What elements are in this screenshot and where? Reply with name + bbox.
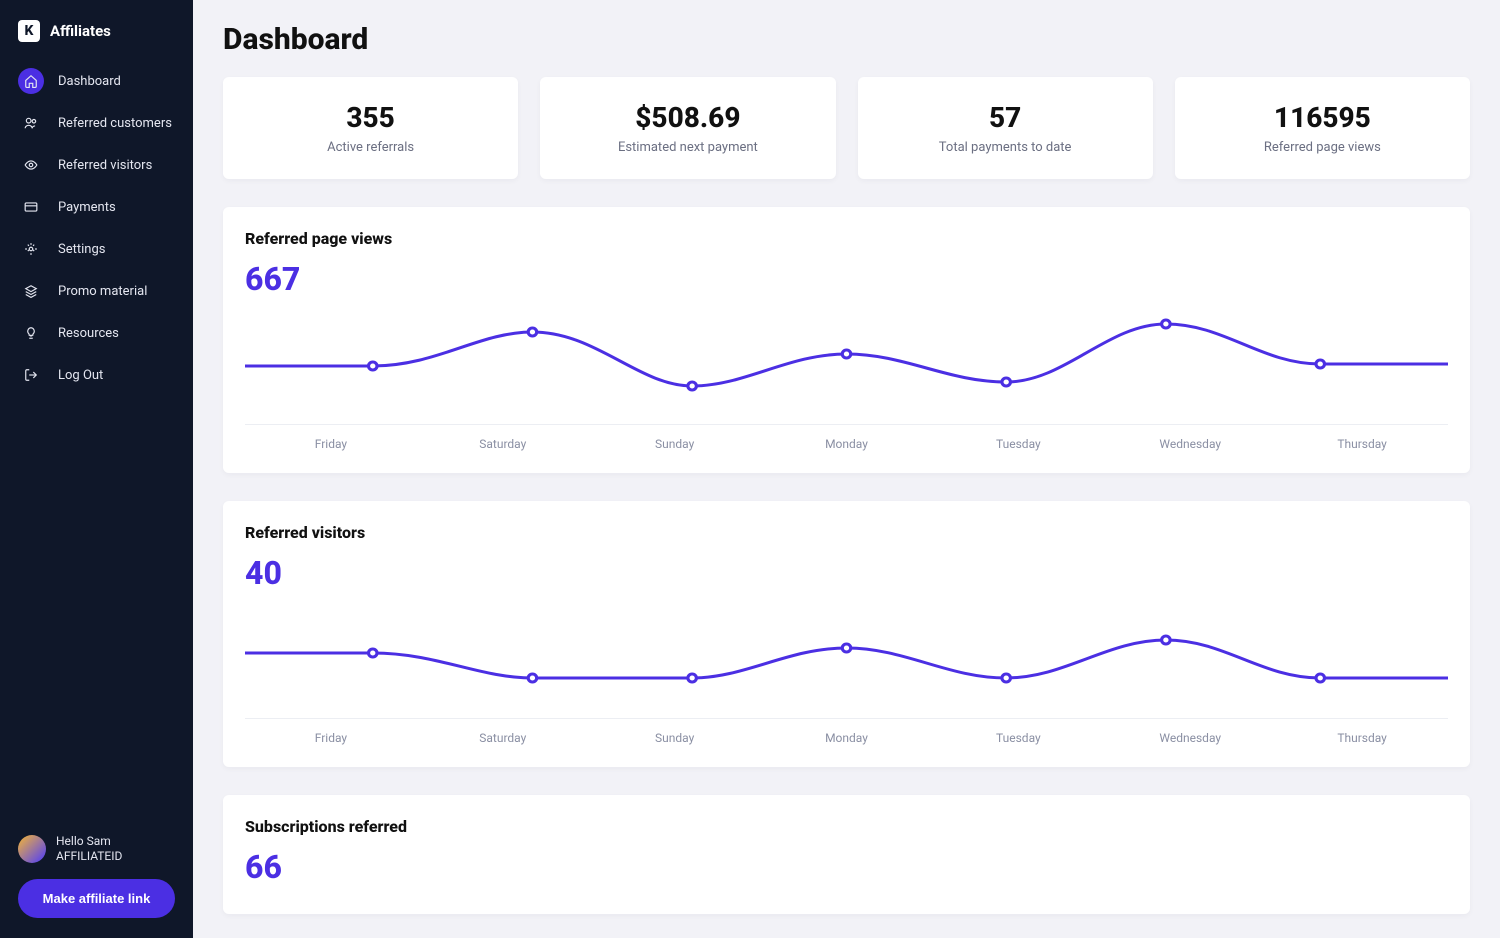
sidebar-item-promo-material[interactable]: Promo material (0, 270, 193, 312)
kpi-card: $508.69 Estimated next payment (540, 77, 835, 179)
sidebar-item-label: Referred visitors (58, 158, 152, 173)
axis-label: Friday (245, 437, 417, 451)
sidebar-item-referred-visitors[interactable]: Referred visitors (0, 144, 193, 186)
chart-big-value: 40 (245, 554, 1448, 592)
axis-label: Thursday (1276, 731, 1448, 745)
user-id: AFFILIATEID (56, 849, 122, 865)
brand-name: Affiliates (50, 22, 111, 40)
axis-label: Thursday (1276, 437, 1448, 451)
kpi-label: Total payments to date (874, 140, 1137, 155)
sidebar-item-payments[interactable]: Payments (0, 186, 193, 228)
sidebar-item-referred-customers[interactable]: Referred customers (0, 102, 193, 144)
sidebar-item-label: Payments (58, 200, 116, 215)
sidebar-item-label: Resources (58, 326, 119, 341)
chart-axis: FridaySaturdaySundayMondayTuesdayWednesd… (245, 718, 1448, 745)
sidebar-item-label: Dashboard (58, 74, 121, 89)
axis-label: Saturday (417, 437, 589, 451)
chart-big-value: 667 (245, 260, 1448, 298)
kpi-label: Estimated next payment (556, 140, 819, 155)
eye-icon (18, 152, 44, 178)
axis-label: Tuesday (932, 731, 1104, 745)
user-row: Hello Sam AFFILIATEID (18, 834, 175, 865)
kpi-value: 355 (239, 101, 502, 134)
kpi-card: 57 Total payments to date (858, 77, 1153, 179)
kpi-value: 116595 (1191, 101, 1454, 134)
chart-svg (245, 304, 1448, 424)
sidebar-nav: Dashboard Referred customers Referred visi… (0, 60, 193, 396)
gear-icon (18, 236, 44, 262)
sidebar-footer: Hello Sam AFFILIATEID Make affiliate lin… (0, 820, 193, 918)
page-title: Dashboard (223, 22, 1470, 57)
chart-title: Referred page views (245, 229, 1448, 248)
chart-card: Referred visitors 40 FridaySaturdaySundayM… (223, 501, 1470, 767)
user-text: Hello Sam AFFILIATEID (56, 834, 122, 865)
chart-title: Referred visitors (245, 523, 1448, 542)
kpi-label: Referred page views (1191, 140, 1454, 155)
layers-icon (18, 278, 44, 304)
avatar (18, 835, 46, 863)
bulb-icon (18, 320, 44, 346)
card-icon (18, 194, 44, 220)
sidebar: K Affiliates Dashboard Referred customers… (0, 0, 193, 938)
axis-label: Sunday (589, 437, 761, 451)
brand-logo-icon: K (18, 20, 40, 42)
kpi-card: 355 Active referrals (223, 77, 518, 179)
axis-label: Monday (761, 437, 933, 451)
axis-label: Friday (245, 731, 417, 745)
sidebar-item-label: Promo material (58, 284, 147, 299)
user-greeting: Hello Sam (56, 834, 122, 850)
sidebar-item-dashboard[interactable]: Dashboard (0, 60, 193, 102)
axis-label: Saturday (417, 731, 589, 745)
axis-label: Tuesday (932, 437, 1104, 451)
sidebar-item-label: Settings (58, 242, 105, 257)
sidebar-item-label: Referred customers (58, 116, 172, 131)
kpi-label: Active referrals (239, 140, 502, 155)
logout-icon (18, 362, 44, 388)
make-affiliate-link-button[interactable]: Make affiliate link (18, 879, 175, 918)
main-content: Dashboard 355 Active referrals $508.69 Esti… (193, 0, 1500, 938)
axis-label: Wednesday (1104, 437, 1276, 451)
axis-label: Wednesday (1104, 731, 1276, 745)
axis-label: Sunday (589, 731, 761, 745)
kpi-row: 355 Active referrals $508.69 Estimated next… (223, 77, 1470, 179)
sidebar-item-settings[interactable]: Settings (0, 228, 193, 270)
axis-label: Monday (761, 731, 933, 745)
users-icon (18, 110, 44, 136)
kpi-card: 116595 Referred page views (1175, 77, 1470, 179)
sidebar-item-label: Log Out (58, 368, 103, 383)
chart-title: Subscriptions referred (245, 817, 1448, 836)
chart-svg (245, 598, 1448, 718)
sidebar-item-log-out[interactable]: Log Out (0, 354, 193, 396)
chart-big-value: 66 (245, 848, 1448, 886)
chart-card: Referred page views 667 FridaySaturdaySund… (223, 207, 1470, 473)
brand-row: K Affiliates (0, 20, 193, 60)
kpi-value: $508.69 (556, 101, 819, 134)
sidebar-item-resources[interactable]: Resources (0, 312, 193, 354)
chart-axis: FridaySaturdaySundayMondayTuesdayWednesd… (245, 424, 1448, 451)
kpi-value: 57 (874, 101, 1137, 134)
chart-card: Subscriptions referred 66 (223, 795, 1470, 914)
home-icon (18, 68, 44, 94)
